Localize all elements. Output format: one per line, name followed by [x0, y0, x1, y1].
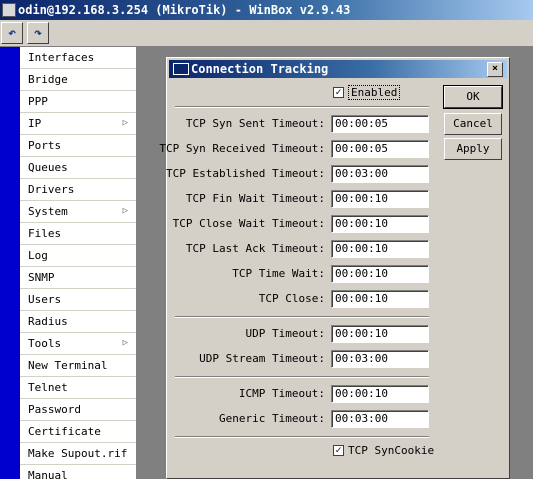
connection-tracking-dialog: Connection Tracking × ✓ Enabled TCP Syn … [159, 57, 510, 479]
udp-stream-timeout-input[interactable]: 00:03:00 [331, 350, 429, 368]
sidebar-item-log[interactable]: Log [20, 245, 136, 267]
submenu-arrow-icon: ▷ [122, 118, 128, 128]
sidebar-item-ports[interactable]: Ports [20, 135, 136, 157]
sidebar-item-label: Telnet [28, 381, 68, 394]
sidebar-item-drivers[interactable]: Drivers [20, 179, 136, 201]
sidebar-item-label: Queues [28, 161, 68, 174]
separator [175, 436, 429, 438]
sidebar-item-label: Log [28, 249, 48, 262]
sidebar-item-label: Tools [28, 337, 62, 350]
sidebar-item-system[interactable]: System ▷ [20, 201, 136, 223]
tcp-syn-received-timeout-input[interactable]: 00:00:05 [331, 140, 429, 158]
sidebar-item-label: Make Supout.rif [28, 447, 128, 460]
syncookie-checkbox-row[interactable]: ✓ TCP SynCookie [333, 444, 434, 457]
sidebar-item-ip[interactable]: IP ▷ [20, 113, 136, 135]
field-label: TCP Established Timeout: [166, 167, 325, 180]
field-label: TCP Fin Wait Timeout: [185, 192, 325, 205]
separator [175, 316, 429, 318]
icmp-timeout-input[interactable]: 00:00:10 [331, 385, 429, 403]
field-label: UDP Timeout: [245, 327, 325, 340]
generic-timeout-input[interactable]: 00:03:00 [331, 410, 429, 428]
tcp-fin-wait-timeout-input[interactable]: 00:00:10 [331, 190, 429, 208]
sidebar-item-files[interactable]: Files [20, 223, 136, 245]
dialog-titlebar[interactable]: Connection Tracking × [169, 60, 507, 78]
app-icon [2, 3, 16, 17]
window-titlebar[interactable]: odin@192.168.3.254 (MikroTik) - WinBox v… [0, 0, 533, 20]
tcp-close-input[interactable]: 00:00:10 [331, 290, 429, 308]
udp-timeout-input[interactable]: 00:00:10 [331, 325, 429, 343]
sidebar-menu: Interfaces Bridge PPP IP ▷ Ports Queues D… [20, 47, 137, 479]
sidebar-item-users[interactable]: Users [20, 289, 136, 311]
undo-icon: ↶ [8, 25, 16, 41]
sidebar-item-snmp[interactable]: SNMP [20, 267, 136, 289]
sidebar-item-tools[interactable]: Tools ▷ [20, 333, 136, 355]
enabled-label: Enabled [348, 85, 401, 100]
enabled-checkbox-row[interactable]: ✓ Enabled [333, 85, 401, 100]
field-label: TCP Last Ack Timeout: [185, 242, 325, 255]
window-icon [173, 63, 189, 75]
sidebar-item-label: PPP [28, 95, 48, 108]
tcp-established-timeout-input[interactable]: 00:03:00 [331, 165, 429, 183]
redo-button[interactable]: ↷ [27, 22, 49, 44]
field-label: TCP Syn Received Timeout: [159, 142, 325, 155]
close-button[interactable]: × [487, 62, 503, 77]
sidebar-item-label: Drivers [28, 183, 75, 196]
sidebar-item-label: Bridge [28, 73, 68, 86]
dialog-title: Connection Tracking [191, 62, 329, 76]
field-label: TCP Close: [258, 292, 325, 305]
field-label: Generic Timeout: [219, 412, 325, 425]
enabled-checkbox[interactable]: ✓ [333, 87, 344, 98]
field-label: UDP Stream Timeout: [199, 352, 325, 365]
separator [175, 376, 429, 378]
sidebar-item-telnet[interactable]: Telnet [20, 377, 136, 399]
sidebar-item-label: Users [28, 293, 62, 306]
field-label: ICMP Timeout: [238, 387, 325, 400]
sidebar-strip [0, 47, 20, 479]
field-label: TCP Syn Sent Timeout: [185, 117, 325, 130]
tcp-close-wait-timeout-input[interactable]: 00:00:10 [331, 215, 429, 233]
sidebar-item-queues[interactable]: Queues [20, 157, 136, 179]
apply-button[interactable]: Apply [444, 138, 502, 160]
sidebar-item-interfaces[interactable]: Interfaces [20, 47, 136, 69]
separator [175, 106, 429, 108]
sidebar-item-label: Ports [28, 139, 62, 152]
ok-button[interactable]: OK [443, 85, 503, 109]
undo-button[interactable]: ↶ [1, 22, 23, 44]
sidebar-item-label: Manual [28, 469, 68, 479]
syncookie-checkbox[interactable]: ✓ [333, 445, 344, 456]
sidebar-item-label: IP [28, 117, 42, 130]
sidebar-item-ppp[interactable]: PPP [20, 91, 136, 113]
sidebar-item-label: Files [28, 227, 62, 240]
sidebar-item-new-terminal[interactable]: New Terminal [20, 355, 136, 377]
sidebar-item-label: System [28, 205, 68, 218]
submenu-arrow-icon: ▷ [122, 206, 128, 216]
sidebar-item-password[interactable]: Password [20, 399, 136, 421]
sidebar-item-bridge[interactable]: Bridge [20, 69, 136, 91]
cancel-button[interactable]: Cancel [444, 113, 502, 135]
tcp-syn-sent-timeout-input[interactable]: 00:00:05 [331, 115, 429, 133]
field-label: TCP Close Wait Timeout: [172, 217, 325, 230]
tcp-time-wait-input[interactable]: 00:00:10 [331, 265, 429, 283]
sidebar-item-label: SNMP [28, 271, 55, 284]
syncookie-label: TCP SynCookie [348, 444, 435, 457]
sidebar-item-manual[interactable]: Manual [20, 465, 136, 479]
toolbar: ↶ ↷ [0, 20, 533, 47]
window-title: odin@192.168.3.254 (MikroTik) - WinBox v… [18, 3, 351, 17]
sidebar-item-make-supout[interactable]: Make Supout.rif [20, 443, 136, 465]
sidebar-item-label: Interfaces [28, 51, 95, 64]
sidebar-item-label: Password [28, 403, 81, 416]
submenu-arrow-icon: ▷ [122, 338, 128, 348]
sidebar-item-label: Certificate [28, 425, 101, 438]
sidebar-item-certificate[interactable]: Certificate [20, 421, 136, 443]
sidebar-item-label: New Terminal [28, 359, 108, 372]
redo-icon: ↷ [34, 25, 42, 41]
tcp-last-ack-timeout-input[interactable]: 00:00:10 [331, 240, 429, 258]
field-label: TCP Time Wait: [232, 267, 325, 280]
sidebar-item-radius[interactable]: Radius [20, 311, 136, 333]
sidebar-item-label: Radius [28, 315, 68, 328]
